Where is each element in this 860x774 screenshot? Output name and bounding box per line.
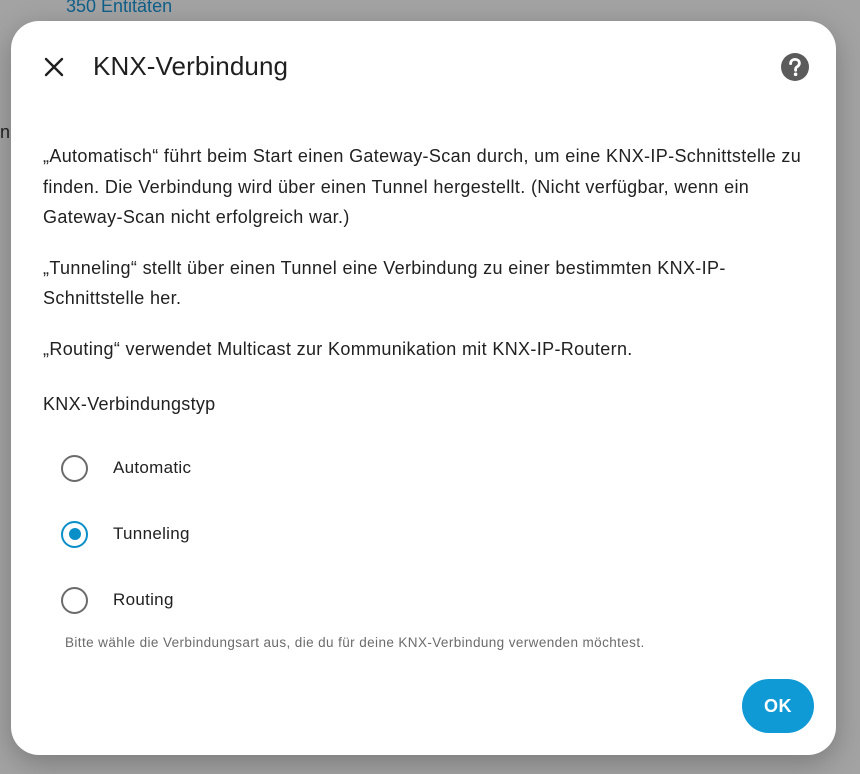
dialog-header: KNX-Verbindung (11, 21, 836, 117)
description-tunneling: „Tunneling“ stellt über einen Tunnel ein… (43, 257, 726, 309)
radio-label-routing[interactable]: Routing (113, 590, 174, 610)
connection-type-radio-group: Automatic Tunneling Routing (43, 435, 803, 633)
help-button[interactable] (780, 52, 810, 82)
connection-description: „Automatisch“ führt beim Start einen Gat… (43, 141, 803, 364)
ok-button[interactable]: OK (742, 679, 814, 733)
background-entities-count: 350 Entitäten (66, 0, 173, 16)
dialog-title: KNX-Verbindung (93, 51, 289, 81)
connection-type-label: KNX-Verbindungstyp (43, 394, 216, 414)
helper-text: Bitte wähle die Verbindungsart aus, die … (65, 635, 645, 650)
close-button[interactable] (33, 46, 75, 88)
radio-label-automatic[interactable]: Automatic (113, 458, 191, 478)
description-routing: „Routing“ verwendet Multicast zur Kommun… (43, 338, 633, 359)
radio-option-automatic[interactable]: Automatic (61, 435, 803, 501)
radio-button-tunneling[interactable] (61, 520, 88, 548)
help-circle-icon (781, 53, 809, 81)
radio-button-routing[interactable] (61, 586, 88, 614)
radio-option-tunneling[interactable]: Tunneling (61, 501, 803, 567)
dialog-content: „Automatisch“ führt beim Start einen Gat… (43, 141, 803, 650)
description-automatic: „Automatisch“ führt beim Start einen Gat… (43, 146, 802, 227)
knx-connection-dialog: KNX-Verbindung „Automatisch“ führt beim … (11, 21, 836, 755)
radio-button-automatic[interactable] (61, 454, 88, 482)
radio-label-tunneling[interactable]: Tunneling (113, 524, 190, 544)
background-text-fragment: n (0, 122, 11, 142)
close-icon (44, 57, 64, 77)
radio-option-routing[interactable]: Routing (61, 567, 803, 633)
